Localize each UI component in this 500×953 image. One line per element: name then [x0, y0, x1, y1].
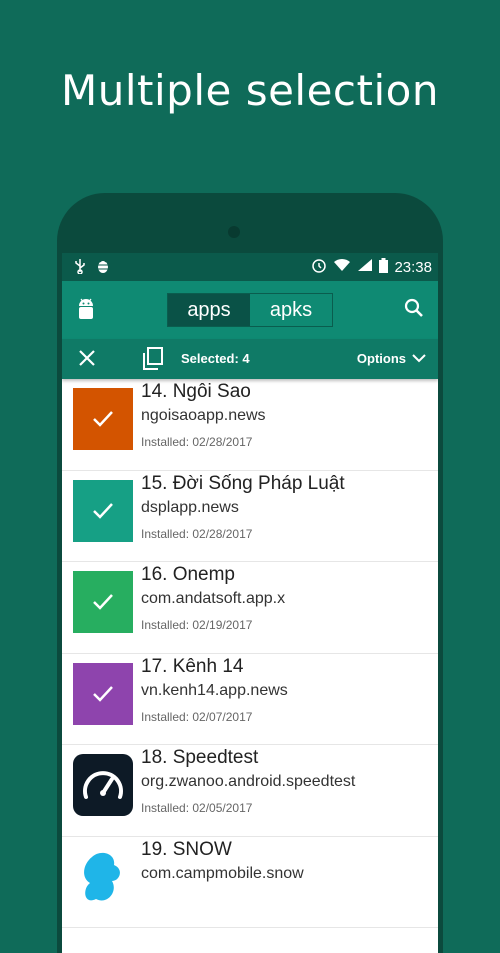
- options-label: Options: [356, 351, 406, 366]
- app-list: 14. Ngôi Sao ngoisaoapp.news Installed: …: [62, 379, 438, 928]
- app-package: org.zwanoo.android.speedtest: [141, 773, 356, 790]
- app-package: com.campmobile.snow: [141, 864, 304, 882]
- close-icon[interactable]: [78, 349, 96, 372]
- tab-apps[interactable]: apps: [168, 294, 250, 326]
- app-toolbar: apps apks: [62, 281, 438, 339]
- list-item[interactable]: 15. Đời Sống Pháp Luật dsplapp.news Inst…: [62, 471, 438, 562]
- app-title: 16. Onemp: [141, 564, 235, 585]
- list-item[interactable]: 18. Speedtest org.zwanoo.android.speedte…: [62, 745, 438, 837]
- status-time: 23:38: [394, 259, 432, 276]
- copy-icon[interactable]: [142, 347, 164, 376]
- app-package: ngoisaoapp.news: [141, 407, 266, 424]
- source-toggle: apps apks: [167, 293, 333, 327]
- chevron-down-icon: [412, 351, 426, 366]
- check-icon: [93, 685, 113, 702]
- speedtest-icon[interactable]: [73, 754, 133, 816]
- selected-thumbnail[interactable]: [73, 479, 133, 542]
- selected-thumbnail[interactable]: [73, 388, 133, 450]
- android-icon[interactable]: [76, 297, 96, 326]
- check-icon: [93, 594, 113, 610]
- app-package: com.andatsoft.app.x: [141, 590, 286, 607]
- selected-thumbnail[interactable]: [73, 571, 133, 633]
- list-item[interactable]: 14. Ngôi Sao ngoisaoapp.news Installed: …: [62, 379, 438, 471]
- app-package: vn.kenh14.app.news: [141, 681, 288, 699]
- selected-count: Selected: 4: [181, 351, 250, 366]
- status-bar: 23:38: [62, 253, 438, 281]
- wifi-icon: [333, 258, 351, 277]
- app-title: 14. Ngôi Sao: [141, 381, 251, 402]
- bug-icon: [96, 258, 110, 279]
- list-item[interactable]: 17. Kênh 14 vn.kenh14.app.news Installed…: [62, 654, 438, 745]
- app-package: dsplapp.news: [141, 498, 239, 516]
- battery-icon: [379, 257, 389, 278]
- promo-headline: Multiple selection: [61, 66, 439, 115]
- selected-thumbnail[interactable]: [73, 662, 133, 725]
- check-icon: [93, 502, 113, 519]
- selection-action-bar: Selected: 4 Options: [62, 339, 438, 379]
- list-item[interactable]: 16. Onemp com.andatsoft.app.x Installed:…: [62, 562, 438, 654]
- install-date: Installed: 02/05/2017: [141, 801, 253, 815]
- install-date: Installed: 02/07/2017: [141, 709, 253, 724]
- snow-icon[interactable]: [73, 846, 133, 908]
- check-icon: [93, 411, 113, 427]
- phone-speaker: [228, 226, 240, 238]
- app-title: 19. SNOW: [141, 838, 232, 860]
- usb-icon: [74, 258, 86, 279]
- tab-apks[interactable]: apks: [250, 294, 332, 326]
- app-title: 17. Kênh 14: [141, 655, 244, 677]
- options-dropdown[interactable]: Options: [357, 351, 426, 366]
- install-date: Installed: 02/28/2017: [141, 526, 253, 541]
- alarm-icon: [311, 257, 327, 278]
- signal-icon: [357, 258, 373, 277]
- install-date: Installed: 02/19/2017: [141, 618, 253, 632]
- app-title: 18. Speedtest: [141, 747, 259, 768]
- list-item[interactable]: 19. SNOW com.campmobile.snow: [62, 837, 438, 928]
- phone-frame: 23:38 apps apks Selected: 4 Options 14. …: [57, 193, 443, 953]
- phone-screen: 23:38 apps apks Selected: 4 Options 14. …: [62, 253, 438, 953]
- app-title: 15. Đời Sống Pháp Luật: [141, 472, 345, 494]
- search-icon[interactable]: [404, 298, 424, 323]
- install-date: Installed: 02/28/2017: [141, 435, 253, 449]
